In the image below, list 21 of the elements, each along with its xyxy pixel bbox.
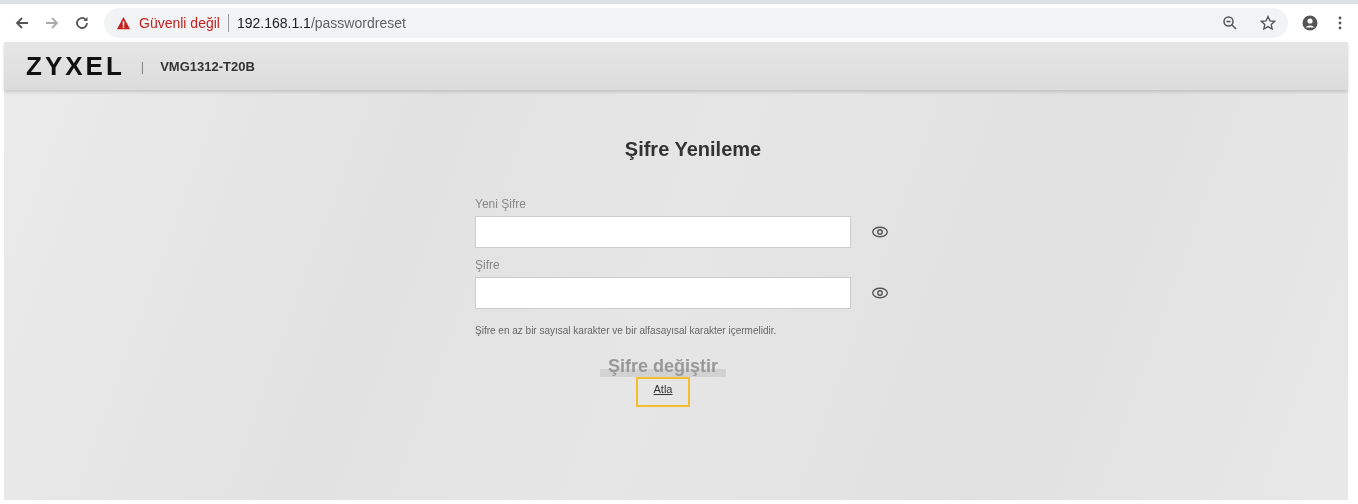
password-field[interactable]	[475, 216, 851, 248]
url-text: 192.168.1.1/passwordreset	[236, 15, 406, 31]
page-title: Şifre Yenileme	[624, 138, 762, 161]
address-bar[interactable]: Güvenli değil 192.168.1.1/passwordreset	[104, 8, 1288, 38]
zoom-out-icon[interactable]	[1222, 15, 1238, 31]
profile-avatar-icon[interactable]	[1302, 15, 1318, 31]
model-name: VMG1312-T20B	[160, 58, 255, 74]
field-label: Şifre	[475, 258, 501, 272]
skip-link[interactable]: Atla	[635, 377, 691, 407]
eye-icon[interactable]	[871, 287, 889, 299]
back-arrow-icon[interactable]	[14, 15, 30, 31]
password-field[interactable]	[475, 277, 851, 309]
brand-logo: ZYXEL	[26, 50, 125, 82]
eye-icon[interactable]	[871, 226, 889, 238]
reload-icon[interactable]	[74, 15, 90, 31]
warning-icon	[116, 15, 131, 31]
field-label: Yeni Şifre	[475, 197, 527, 211]
password-hint: Şifre en az bir sayısal karakter ve bir alfasayısal karakter içermelidir.	[475, 325, 777, 336]
security-label: Güvenli değil	[139, 15, 220, 31]
header-separator: |	[140, 58, 145, 74]
star-icon[interactable]	[1260, 15, 1276, 31]
